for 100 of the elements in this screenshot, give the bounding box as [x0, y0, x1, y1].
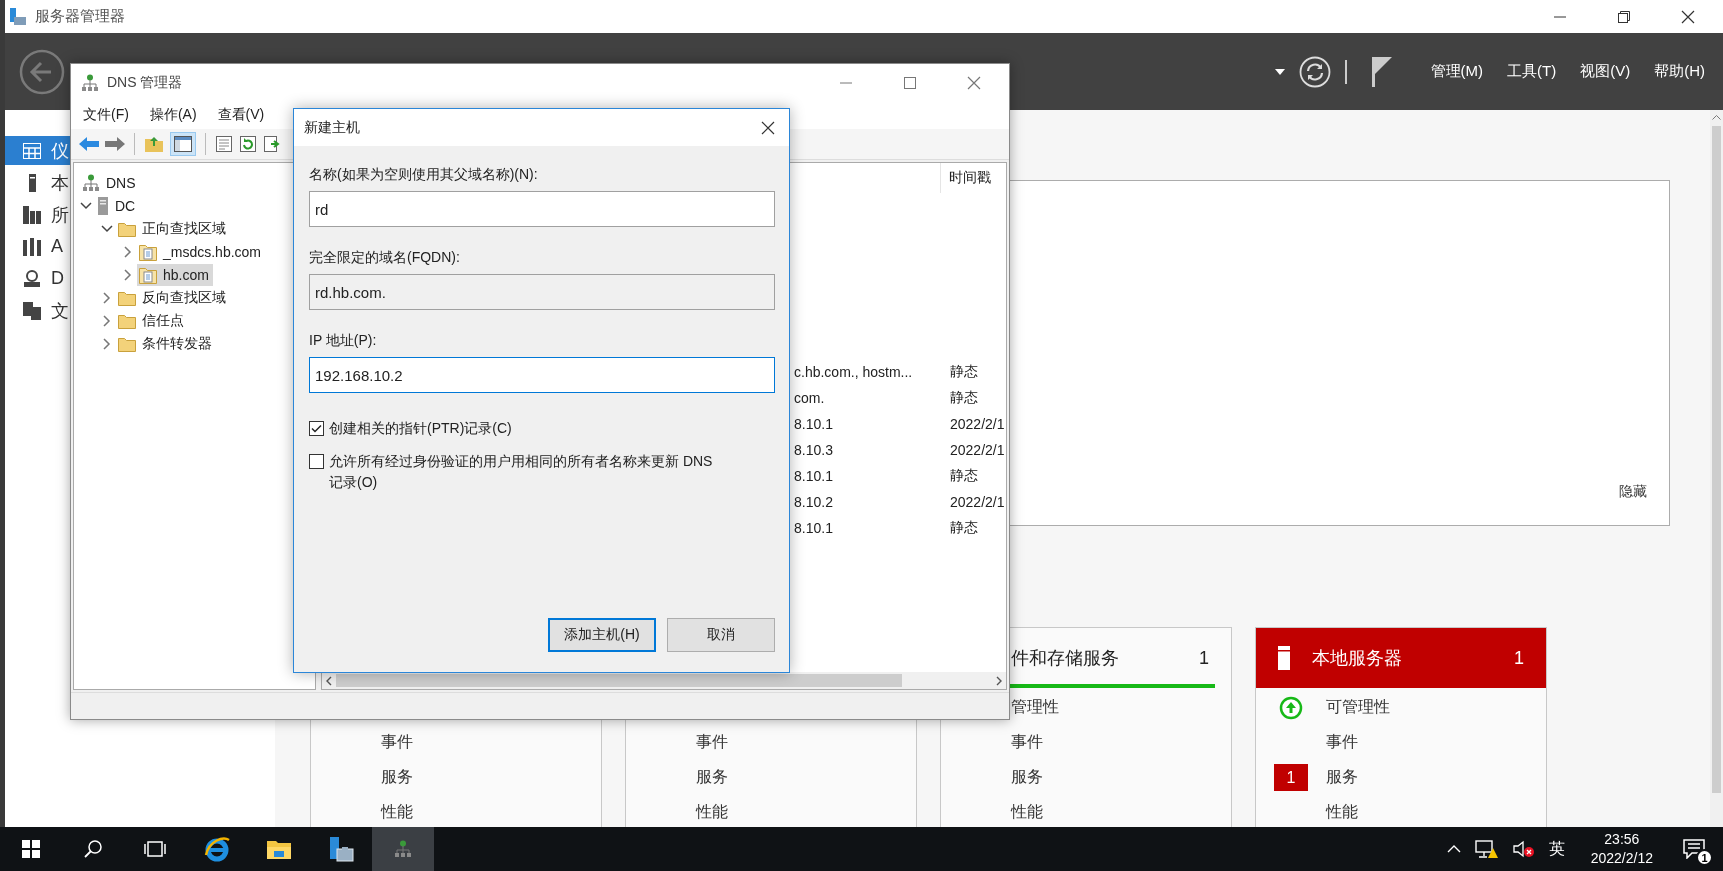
folder-icon	[118, 220, 136, 237]
tile-item[interactable]: 服务	[381, 767, 413, 788]
refresh-icon[interactable]	[239, 135, 257, 153]
chevron-right-icon[interactable]	[103, 337, 111, 350]
hide-link[interactable]: 隐藏	[1619, 483, 1647, 501]
input-field[interactable]: 192.168.10.2	[309, 357, 775, 393]
caret-down-icon[interactable]	[1274, 68, 1285, 75]
tile-title[interactable]: 件和存储服务	[1011, 646, 1119, 670]
tree-item[interactable]: 正向查找区域	[116, 217, 230, 240]
server-manager-icon	[9, 7, 27, 26]
tile-item[interactable]: 可管理性	[1326, 697, 1390, 718]
dashboard-icon	[23, 142, 41, 159]
nav-item[interactable]: 本	[5, 168, 70, 197]
menu-item[interactable]: 操作(A)	[149, 106, 197, 124]
tile-item[interactable]: 服务	[1011, 767, 1043, 788]
dialog-button[interactable]: 添加主机(H)	[548, 618, 656, 652]
tile-item[interactable]: 性能	[1011, 802, 1043, 823]
chevron-right-icon[interactable]	[996, 675, 1002, 686]
folder-icon	[118, 289, 136, 306]
windows-icon[interactable]	[22, 840, 40, 858]
server-icon	[1278, 646, 1290, 670]
tree-item[interactable]: DC	[95, 194, 140, 217]
close-icon[interactable]	[761, 120, 775, 135]
close-icon[interactable]	[1681, 9, 1695, 24]
tile-item[interactable]: 性能	[696, 802, 728, 823]
chevron-right-icon[interactable]	[124, 245, 132, 258]
tile-item[interactable]: 服务	[1326, 767, 1358, 788]
menu-item[interactable]: 工具(T)	[1507, 62, 1557, 81]
server-manager-icon[interactable]	[327, 835, 355, 863]
chevron-down-icon[interactable]	[80, 201, 92, 210]
folder-icon[interactable]	[266, 838, 292, 860]
dialog-button[interactable]: 取消	[667, 618, 775, 652]
table-cell-text: 8.10.1	[794, 520, 834, 536]
checkbox-label: 创建相关的指针(PTR)记录(C)	[329, 419, 512, 438]
horizontal-scrollbar[interactable]	[322, 672, 1006, 689]
tree-item[interactable]: 信任点	[116, 309, 188, 332]
count-badge: 1	[1274, 764, 1308, 791]
nav-item[interactable]: D	[5, 264, 70, 293]
tile-header[interactable]: 本地服务器 1	[1256, 628, 1546, 688]
table-cell: 静态	[950, 363, 978, 381]
tile-title[interactable]: 本地服务器	[1312, 646, 1402, 670]
vertical-scrollbar[interactable]	[1710, 110, 1723, 827]
tree-item[interactable]: _msdcs.hb.com	[137, 240, 266, 263]
tree-item[interactable]: 条件转发器	[116, 332, 216, 355]
nav-item[interactable]: 仪	[5, 136, 70, 165]
nav-item[interactable]: A	[5, 232, 70, 261]
maximize-icon[interactable]	[903, 75, 917, 90]
nav-item[interactable]: 所	[5, 200, 70, 229]
tile-item[interactable]: 性能	[381, 802, 413, 823]
browser-icon[interactable]	[203, 835, 231, 863]
tree-item[interactable]: DNS	[80, 171, 140, 194]
checkbox[interactable]	[309, 421, 324, 436]
input-method-indicator[interactable]: 英	[1548, 838, 1565, 860]
tile-item[interactable]: 管理性	[1011, 697, 1059, 718]
menu-item[interactable]: 文件(F)	[83, 106, 129, 124]
folder-icon	[118, 335, 136, 352]
network-warning-icon[interactable]	[1474, 839, 1499, 859]
back-icon[interactable]	[19, 48, 65, 95]
back-arrow-icon[interactable]	[79, 136, 99, 152]
restore-icon[interactable]	[1617, 9, 1631, 24]
folder-up-icon[interactable]	[144, 135, 164, 153]
pane-icon	[174, 136, 192, 152]
tile-item[interactable]: 事件	[1011, 732, 1043, 753]
forward-arrow-icon[interactable]	[105, 136, 125, 152]
properties-icon[interactable]	[215, 135, 233, 153]
column-header[interactable]: 时间戳	[940, 163, 999, 193]
tile-item[interactable]: 性能	[1326, 802, 1358, 823]
flag-icon[interactable]	[1370, 56, 1393, 87]
menu-item[interactable]: 查看(V)	[217, 106, 265, 124]
chevron-right-icon[interactable]	[124, 268, 132, 281]
tile-item[interactable]: 事件	[381, 732, 413, 753]
window-title: DNS 管理器	[107, 73, 183, 92]
tile-count: 1	[1514, 647, 1524, 669]
table-cell-text: c.hb.com., hostm...	[794, 364, 914, 380]
toggle-pane-button[interactable]	[170, 132, 196, 156]
chevron-right-icon[interactable]	[103, 314, 111, 327]
tile-item[interactable]: 服务	[696, 767, 728, 788]
input-field[interactable]: rd	[309, 191, 775, 227]
tree-item[interactable]: 反向查找区域	[116, 286, 230, 309]
chevron-right-icon[interactable]	[103, 291, 111, 304]
volume-muted-icon[interactable]	[1512, 840, 1535, 858]
export-icon[interactable]	[263, 135, 281, 153]
chevron-down-icon[interactable]	[101, 224, 113, 233]
table-cell-text: 8.10.1	[794, 468, 834, 484]
field-label: 完全限定的域名(FQDN):	[309, 249, 461, 267]
tree-item[interactable]: hb.com	[137, 263, 213, 286]
table-cell-text: com.	[794, 390, 826, 406]
menu-item[interactable]: 帮助(H)	[1654, 62, 1705, 81]
menu-item[interactable]: 视图(V)	[1580, 62, 1631, 81]
clock[interactable]: 23:56 2022/2/12	[1590, 830, 1653, 868]
task-view-icon[interactable]	[144, 840, 166, 858]
menu-item[interactable]: 管理(M)	[1430, 62, 1483, 81]
nav-item[interactable]: 文	[5, 296, 70, 325]
search-icon[interactable]	[83, 839, 103, 859]
checkbox[interactable]	[309, 454, 324, 469]
chevron-left-icon[interactable]	[326, 675, 332, 686]
tile-item[interactable]: 事件	[1326, 732, 1358, 753]
tile-item[interactable]: 事件	[696, 732, 728, 753]
table-cell-text: 8.10.3	[794, 442, 834, 458]
files-icon	[23, 301, 41, 320]
